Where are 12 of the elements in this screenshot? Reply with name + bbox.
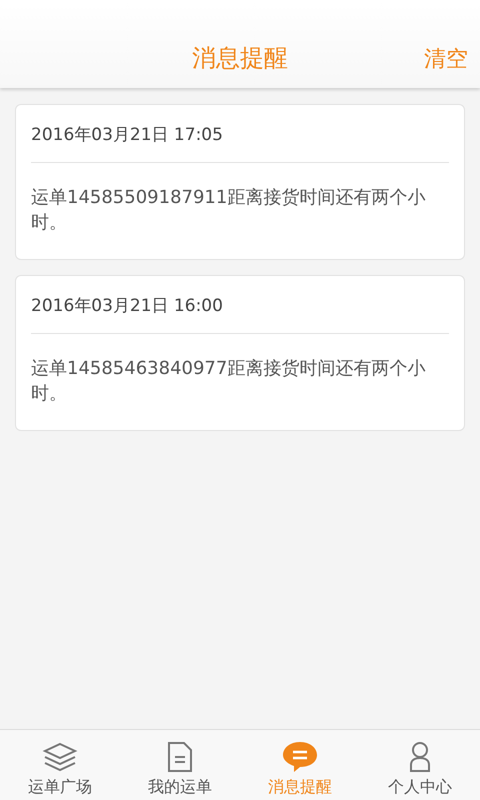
person-icon (407, 741, 433, 773)
message-text: 运单14585463840977距离接货时间还有两个小时。 (31, 357, 426, 406)
message-time: 2016年03月21日 16:00 (31, 276, 449, 334)
page-title: 消息提醒 (192, 43, 288, 74)
tab[interactable]: 我的运单 (120, 730, 240, 800)
chat-icon (282, 741, 318, 773)
layers-icon (42, 741, 78, 773)
document-icon (166, 741, 194, 773)
tab[interactable]: 个人中心 (360, 730, 480, 800)
message-text: 运单14585509187911距离接货时间还有两个小时。 (31, 186, 426, 235)
tab[interactable]: 运单广场 (0, 730, 120, 800)
message-time: 2016年03月21日 17:05 (31, 105, 449, 163)
